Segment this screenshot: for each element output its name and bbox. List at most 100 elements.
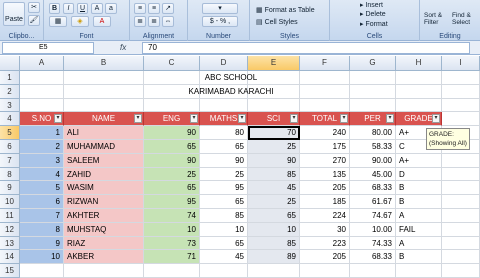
- column-header-g[interactable]: G: [350, 56, 396, 71]
- row-header[interactable]: 1: [0, 71, 20, 85]
- row-header[interactable]: 5: [0, 126, 20, 140]
- row-header[interactable]: 8: [0, 167, 20, 182]
- font-shrink-icon[interactable]: a: [105, 3, 117, 14]
- cell-maths[interactable]: 90: [200, 153, 248, 168]
- cell-sci[interactable]: 90: [248, 153, 300, 168]
- grid-cell[interactable]: [442, 112, 480, 127]
- row-header[interactable]: 11: [0, 209, 20, 223]
- grid-cell[interactable]: [442, 153, 480, 168]
- cell-name[interactable]: AKBER: [64, 250, 144, 265]
- row-header[interactable]: 10: [0, 195, 20, 209]
- cell-grade[interactable]: FAIL: [396, 222, 442, 237]
- cell-maths[interactable]: 65: [200, 195, 248, 209]
- cell-per[interactable]: 58.33: [350, 140, 396, 154]
- cell-sci[interactable]: 70: [248, 126, 300, 140]
- cell-styles-button[interactable]: ▤ Cell Styles: [256, 18, 298, 27]
- cell-sci[interactable]: 89: [248, 250, 300, 265]
- cell-grade[interactable]: D: [396, 167, 442, 182]
- name-box[interactable]: E5: [2, 42, 94, 54]
- grid-cell[interactable]: [350, 264, 396, 278]
- cell-grade[interactable]: B: [396, 250, 442, 265]
- cell-eng[interactable]: 90: [144, 153, 200, 168]
- grid-cell[interactable]: [144, 98, 200, 113]
- format-painter-icon[interactable]: 🖌: [28, 15, 40, 26]
- cell-total[interactable]: 205: [300, 250, 350, 265]
- cell-sno[interactable]: 2: [20, 140, 64, 154]
- cell-name[interactable]: AKHTER: [64, 209, 144, 223]
- select-all-corner[interactable]: [0, 56, 20, 71]
- cell-sno[interactable]: 4: [20, 167, 64, 182]
- filter-dropdown-icon[interactable]: ▾: [190, 114, 198, 124]
- cell-per[interactable]: 10.00: [350, 222, 396, 237]
- border-icon[interactable]: ▦: [49, 16, 67, 27]
- cell-sno[interactable]: 10: [20, 250, 64, 265]
- cell-name[interactable]: MUHSTAQ: [64, 222, 144, 237]
- cell-eng[interactable]: 25: [144, 167, 200, 182]
- merge-center-icon[interactable]: ⇔: [162, 16, 174, 27]
- orientation-icon[interactable]: ↗: [162, 3, 174, 14]
- grid-cell[interactable]: [64, 98, 144, 113]
- row-header[interactable]: 2: [0, 84, 20, 99]
- cell-per[interactable]: 61.67: [350, 195, 396, 209]
- align-top-icon[interactable]: ≡: [134, 3, 146, 14]
- cell-grade[interactable]: A: [396, 209, 442, 223]
- grid-cell[interactable]: [442, 236, 480, 251]
- cell-eng[interactable]: 71: [144, 250, 200, 265]
- grid-cell[interactable]: [248, 98, 300, 113]
- row-header[interactable]: 12: [0, 222, 20, 237]
- column-header-f[interactable]: F: [300, 56, 350, 71]
- cell-name[interactable]: RIZWAN: [64, 195, 144, 209]
- grid-cell[interactable]: [442, 195, 480, 209]
- cell-per[interactable]: 80.00: [350, 126, 396, 140]
- underline-button[interactable]: U: [77, 3, 88, 14]
- number-format-dropdown[interactable]: ▾: [202, 3, 238, 14]
- row-header[interactable]: 15: [0, 264, 20, 278]
- cell-name[interactable]: RIAZ: [64, 236, 144, 251]
- grid-cell[interactable]: [20, 264, 64, 278]
- grid-cell[interactable]: [300, 98, 350, 113]
- fx-icon[interactable]: fx: [120, 42, 140, 54]
- cell-eng[interactable]: 65: [144, 181, 200, 196]
- grid-cell[interactable]: [442, 209, 480, 223]
- fill-color-icon[interactable]: ◈: [71, 16, 89, 27]
- font-color-icon[interactable]: A: [93, 16, 111, 27]
- cell-name[interactable]: ALI: [64, 126, 144, 140]
- cell-maths[interactable]: 10: [200, 222, 248, 237]
- cell-sci[interactable]: 65: [248, 209, 300, 223]
- cell-sci[interactable]: 25: [248, 140, 300, 154]
- cell-name[interactable]: MUHAMMAD: [64, 140, 144, 154]
- cell-eng[interactable]: 74: [144, 209, 200, 223]
- cell-maths[interactable]: 25: [200, 167, 248, 182]
- filter-dropdown-icon[interactable]: ▾: [54, 114, 62, 124]
- insert-button[interactable]: ▸ Insert: [360, 1, 383, 10]
- cell-maths[interactable]: 65: [200, 140, 248, 154]
- row-header[interactable]: 7: [0, 153, 20, 168]
- cell-sci[interactable]: 85: [248, 167, 300, 182]
- cell-total[interactable]: 205: [300, 181, 350, 196]
- column-header-b[interactable]: B: [64, 56, 144, 71]
- row-header[interactable]: 13: [0, 236, 20, 251]
- delete-button[interactable]: ▸ Delete: [360, 10, 386, 19]
- grid-cell[interactable]: [442, 98, 480, 113]
- grid-cell[interactable]: [64, 264, 144, 278]
- cell-total[interactable]: 185: [300, 195, 350, 209]
- column-header-c[interactable]: C: [144, 56, 200, 71]
- filter-dropdown-icon[interactable]: ▾: [340, 114, 348, 124]
- format-as-table-button[interactable]: ▦ Format as Table: [256, 6, 315, 15]
- filter-dropdown-icon[interactable]: ▾: [432, 114, 440, 124]
- cell-total[interactable]: 175: [300, 140, 350, 154]
- grid-cell[interactable]: [442, 264, 480, 278]
- grid-cell[interactable]: [442, 71, 480, 85]
- cell-name[interactable]: WASIM: [64, 181, 144, 196]
- cell-per[interactable]: 68.33: [350, 181, 396, 196]
- grid-cell[interactable]: [200, 98, 248, 113]
- align-center-icon[interactable]: ≣: [148, 16, 160, 27]
- row-header[interactable]: 14: [0, 250, 20, 265]
- grid-cell[interactable]: [144, 264, 200, 278]
- cell-maths[interactable]: 95: [200, 181, 248, 196]
- cell-maths[interactable]: 80: [200, 126, 248, 140]
- cell-per[interactable]: 74.33: [350, 236, 396, 251]
- grid-cell[interactable]: [442, 250, 480, 265]
- cell-sci[interactable]: 10: [248, 222, 300, 237]
- cell-grade[interactable]: B: [396, 181, 442, 196]
